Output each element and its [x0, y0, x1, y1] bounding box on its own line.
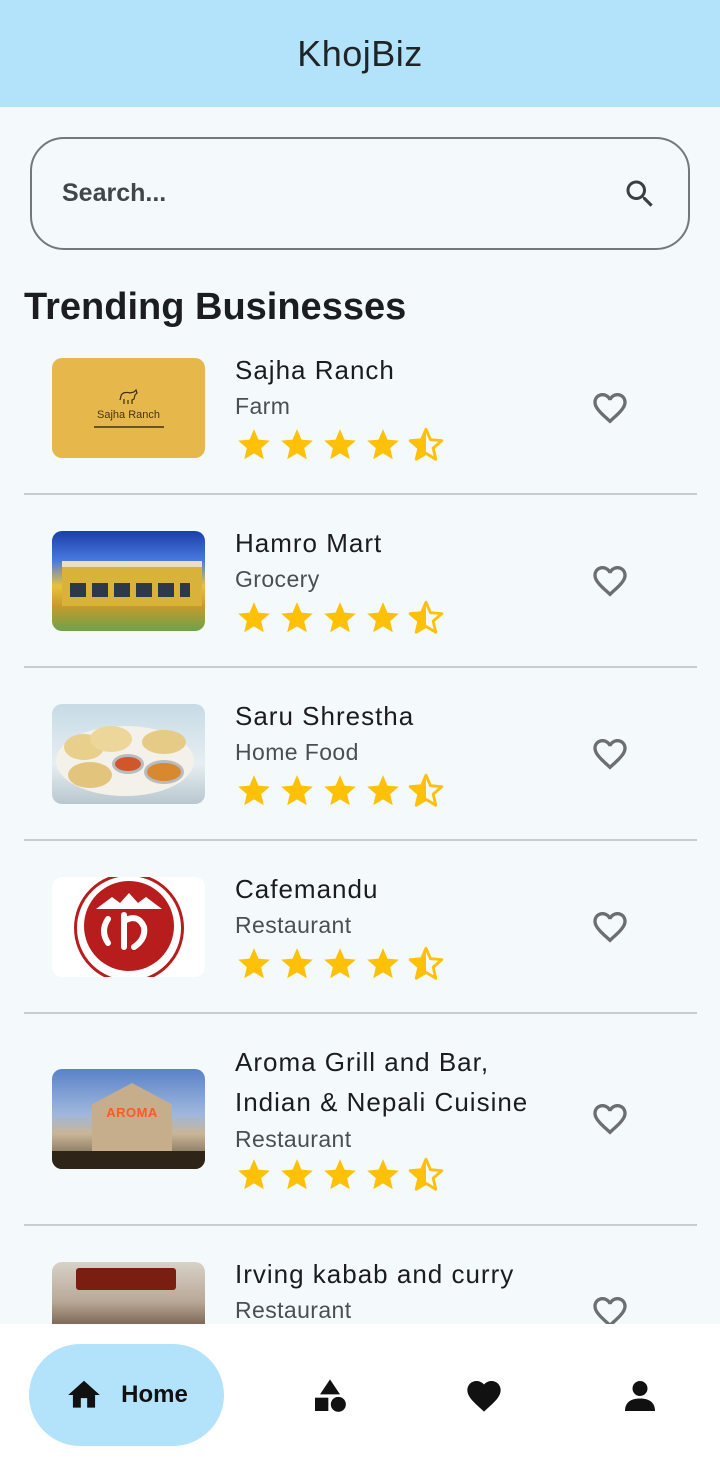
business-category: Restaurant: [235, 1126, 352, 1152]
rating-stars: [235, 945, 445, 983]
star-half-icon: [408, 946, 444, 980]
star-full-icon: [367, 948, 399, 979]
section-title: Trending Businesses: [24, 286, 407, 328]
favorite-heart-icon[interactable]: [590, 1292, 630, 1324]
divider: [24, 839, 697, 841]
business-list: Trending Businesses Sajha Ranch Sajha Ra…: [0, 0, 720, 1324]
business-category: Restaurant: [235, 912, 352, 938]
business-name[interactable]: Saru Shrestha: [235, 696, 414, 736]
business-logo: Sajha Ranch: [52, 358, 205, 458]
rating-stars: [235, 599, 445, 637]
star-full-icon: [281, 429, 313, 460]
favorite-heart-icon[interactable]: [590, 388, 630, 428]
star-full-icon: [367, 1159, 399, 1190]
star-full-icon: [367, 602, 399, 633]
star-full-icon: [281, 775, 313, 806]
business-name[interactable]: Cafemandu: [235, 869, 378, 909]
profile-icon[interactable]: [620, 1376, 660, 1416]
star-full-icon: [281, 1159, 313, 1190]
favorite-heart-icon[interactable]: [590, 1099, 630, 1139]
list-item[interactable]: Irving kabab and curry Restaurant: [24, 1254, 697, 1324]
list-item[interactable]: Saru Shrestha Home Food: [24, 696, 697, 841]
star-half-icon: [408, 427, 444, 461]
logo-tagline: [93, 426, 164, 428]
ranch-animal-icon: [118, 388, 138, 404]
star-full-icon: [238, 1159, 270, 1190]
star-full-icon: [324, 948, 356, 979]
list-item[interactable]: Cafemandu Restaurant: [24, 869, 697, 1014]
business-category: Grocery: [235, 566, 320, 592]
business-logo: [52, 877, 205, 977]
business-name[interactable]: Aroma Grill and Bar, Indian & Nepali Cui…: [235, 1042, 545, 1122]
star-full-icon: [324, 429, 356, 460]
divider: [24, 1012, 697, 1014]
business-name[interactable]: Irving kabab and curry: [235, 1254, 514, 1294]
momo: [142, 730, 186, 754]
star-full-icon: [367, 775, 399, 806]
business-category: Farm: [235, 393, 291, 419]
star-full-icon: [281, 948, 313, 979]
rating-stars: [235, 1156, 445, 1194]
star-half-icon: [408, 1157, 444, 1191]
star-full-icon: [281, 602, 313, 633]
favorite-heart-icon[interactable]: [590, 734, 630, 774]
favorite-heart-icon[interactable]: [590, 907, 630, 947]
star-full-icon: [324, 1159, 356, 1190]
business-category: Restaurant: [235, 1297, 352, 1323]
star-full-icon: [238, 775, 270, 806]
divider: [24, 493, 697, 495]
home-icon: [68, 1380, 100, 1408]
nav-home[interactable]: Home: [29, 1344, 224, 1446]
list-item[interactable]: Hamro Mart Grocery: [24, 523, 697, 668]
list-item[interactable]: Sajha Ranch Sajha Ranch Farm: [24, 350, 697, 495]
star-full-icon: [238, 602, 270, 633]
nav-home-label: Home: [121, 1381, 188, 1408]
building-base: [52, 1151, 205, 1169]
momo: [68, 762, 112, 788]
favorites-icon[interactable]: [464, 1376, 504, 1416]
favorite-heart-icon[interactable]: [590, 561, 630, 601]
restaurant-sign: [76, 1268, 176, 1290]
chutney-bowl: [112, 754, 144, 774]
star-full-icon: [238, 429, 270, 460]
store-windows: [70, 583, 190, 597]
star-half-icon: [408, 773, 444, 807]
restaurant-sign: AROMA: [106, 1105, 158, 1120]
star-half-icon: [408, 600, 444, 634]
list-item[interactable]: AROMA Aroma Grill and Bar, Indian & Nepa…: [24, 1042, 697, 1227]
divider: [24, 666, 697, 668]
business-image: AROMA: [52, 1069, 205, 1169]
business-name[interactable]: Sajha Ranch: [235, 350, 395, 390]
divider: [24, 1224, 697, 1226]
business-image: [52, 1262, 205, 1324]
star-full-icon: [324, 602, 356, 633]
star-full-icon: [367, 429, 399, 460]
logo-text: Sajha Ranch: [97, 409, 160, 421]
business-category: Home Food: [235, 739, 359, 765]
star-full-icon: [324, 775, 356, 806]
categories-icon[interactable]: [310, 1376, 350, 1416]
business-name[interactable]: Hamro Mart: [235, 523, 382, 563]
logo-mark: [96, 893, 162, 950]
bottom-nav: Home: [0, 1324, 720, 1464]
chutney-bowl: [144, 760, 184, 784]
business-image: [52, 704, 205, 804]
rating-stars: [235, 426, 445, 464]
star-full-icon: [238, 948, 270, 979]
business-image: [52, 531, 205, 631]
rating-stars: [235, 772, 445, 810]
momo: [90, 726, 132, 752]
